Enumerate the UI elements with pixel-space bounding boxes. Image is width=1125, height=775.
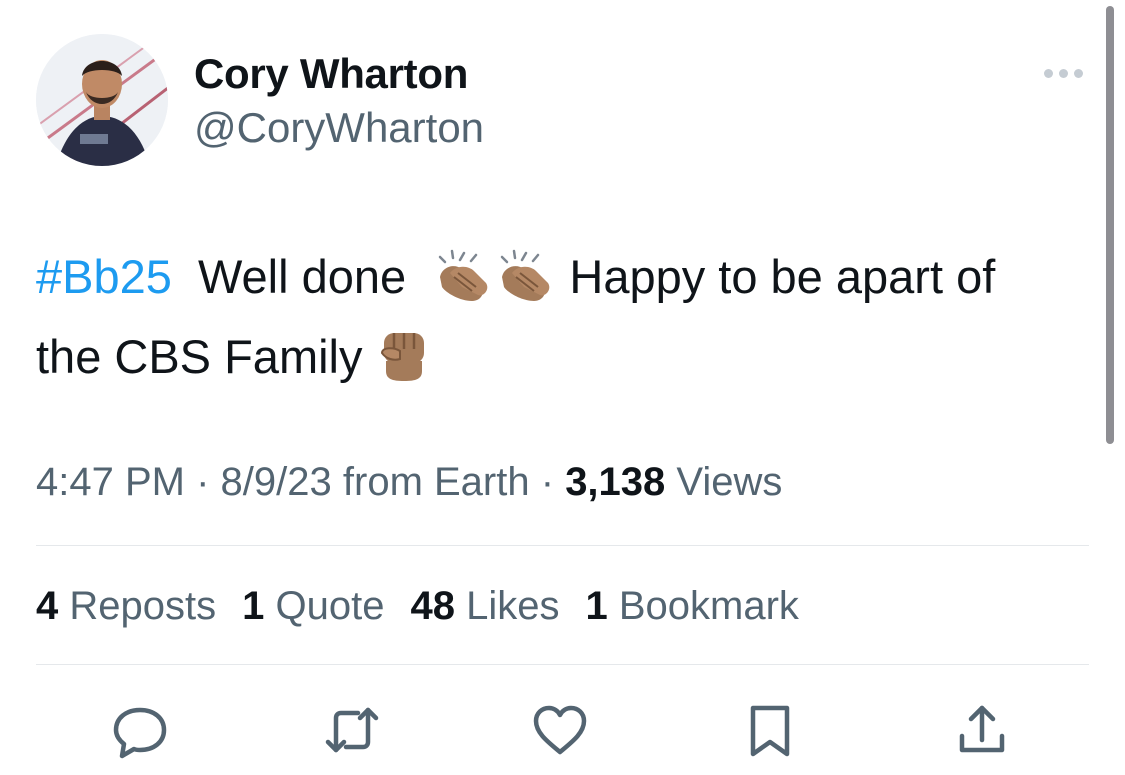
raised-fist-emoji: [376, 325, 432, 402]
handle[interactable]: @CoryWharton: [194, 104, 484, 152]
profile-photo: [36, 34, 168, 166]
clapping-hands-emoji: [432, 247, 494, 322]
tweet-text-part1: Well done: [198, 250, 407, 303]
divider: [36, 545, 1089, 546]
tweet-text: #Bb25 Well done Happy to be apart of the…: [36, 242, 1096, 402]
tweet-date[interactable]: 8/9/23: [221, 460, 332, 504]
display-name[interactable]: Cory Wharton: [194, 50, 468, 98]
clapping-hands-emoji: [494, 247, 556, 322]
tweet-meta: 4:47 PM · 8/9/23 from Earth · 3,138 View…: [36, 460, 782, 505]
share-icon[interactable]: [952, 700, 1012, 760]
scrollbar[interactable]: [1106, 6, 1114, 444]
tweet-line-1: #Bb25 Well done Happy to be apart of: [36, 242, 1096, 322]
more-options-icon[interactable]: [1038, 58, 1088, 88]
tweet-source: from Earth: [342, 460, 530, 504]
hashtag-link[interactable]: #Bb25: [36, 250, 172, 303]
reply-icon[interactable]: [110, 700, 170, 760]
tweet-text-part2: Happy to be apart of: [569, 250, 996, 303]
retweet-icon[interactable]: [322, 700, 382, 760]
divider: [36, 664, 1089, 665]
meta-separator: ·: [540, 460, 555, 504]
bookmark-icon[interactable]: [740, 700, 800, 760]
reposts-stat[interactable]: 4 Reposts: [36, 584, 216, 629]
like-icon[interactable]: [530, 700, 590, 760]
views-label[interactable]: Views: [676, 460, 782, 504]
quotes-stat[interactable]: 1 Quote: [242, 584, 384, 629]
views-count[interactable]: 3,138: [565, 460, 665, 504]
tweet-text-part3: the CBS Family: [36, 330, 363, 383]
meta-separator: ·: [196, 460, 210, 504]
likes-stat[interactable]: 48 Likes: [410, 584, 559, 629]
tweet-time[interactable]: 4:47 PM: [36, 460, 185, 504]
tweet-line-2: the CBS Family: [36, 322, 1096, 402]
bookmarks-stat[interactable]: 1 Bookmark: [585, 584, 798, 629]
engagement-stats: 4 Reposts 1 Quote 48 Likes 1 Bookmark: [36, 584, 799, 629]
avatar[interactable]: [36, 34, 168, 166]
